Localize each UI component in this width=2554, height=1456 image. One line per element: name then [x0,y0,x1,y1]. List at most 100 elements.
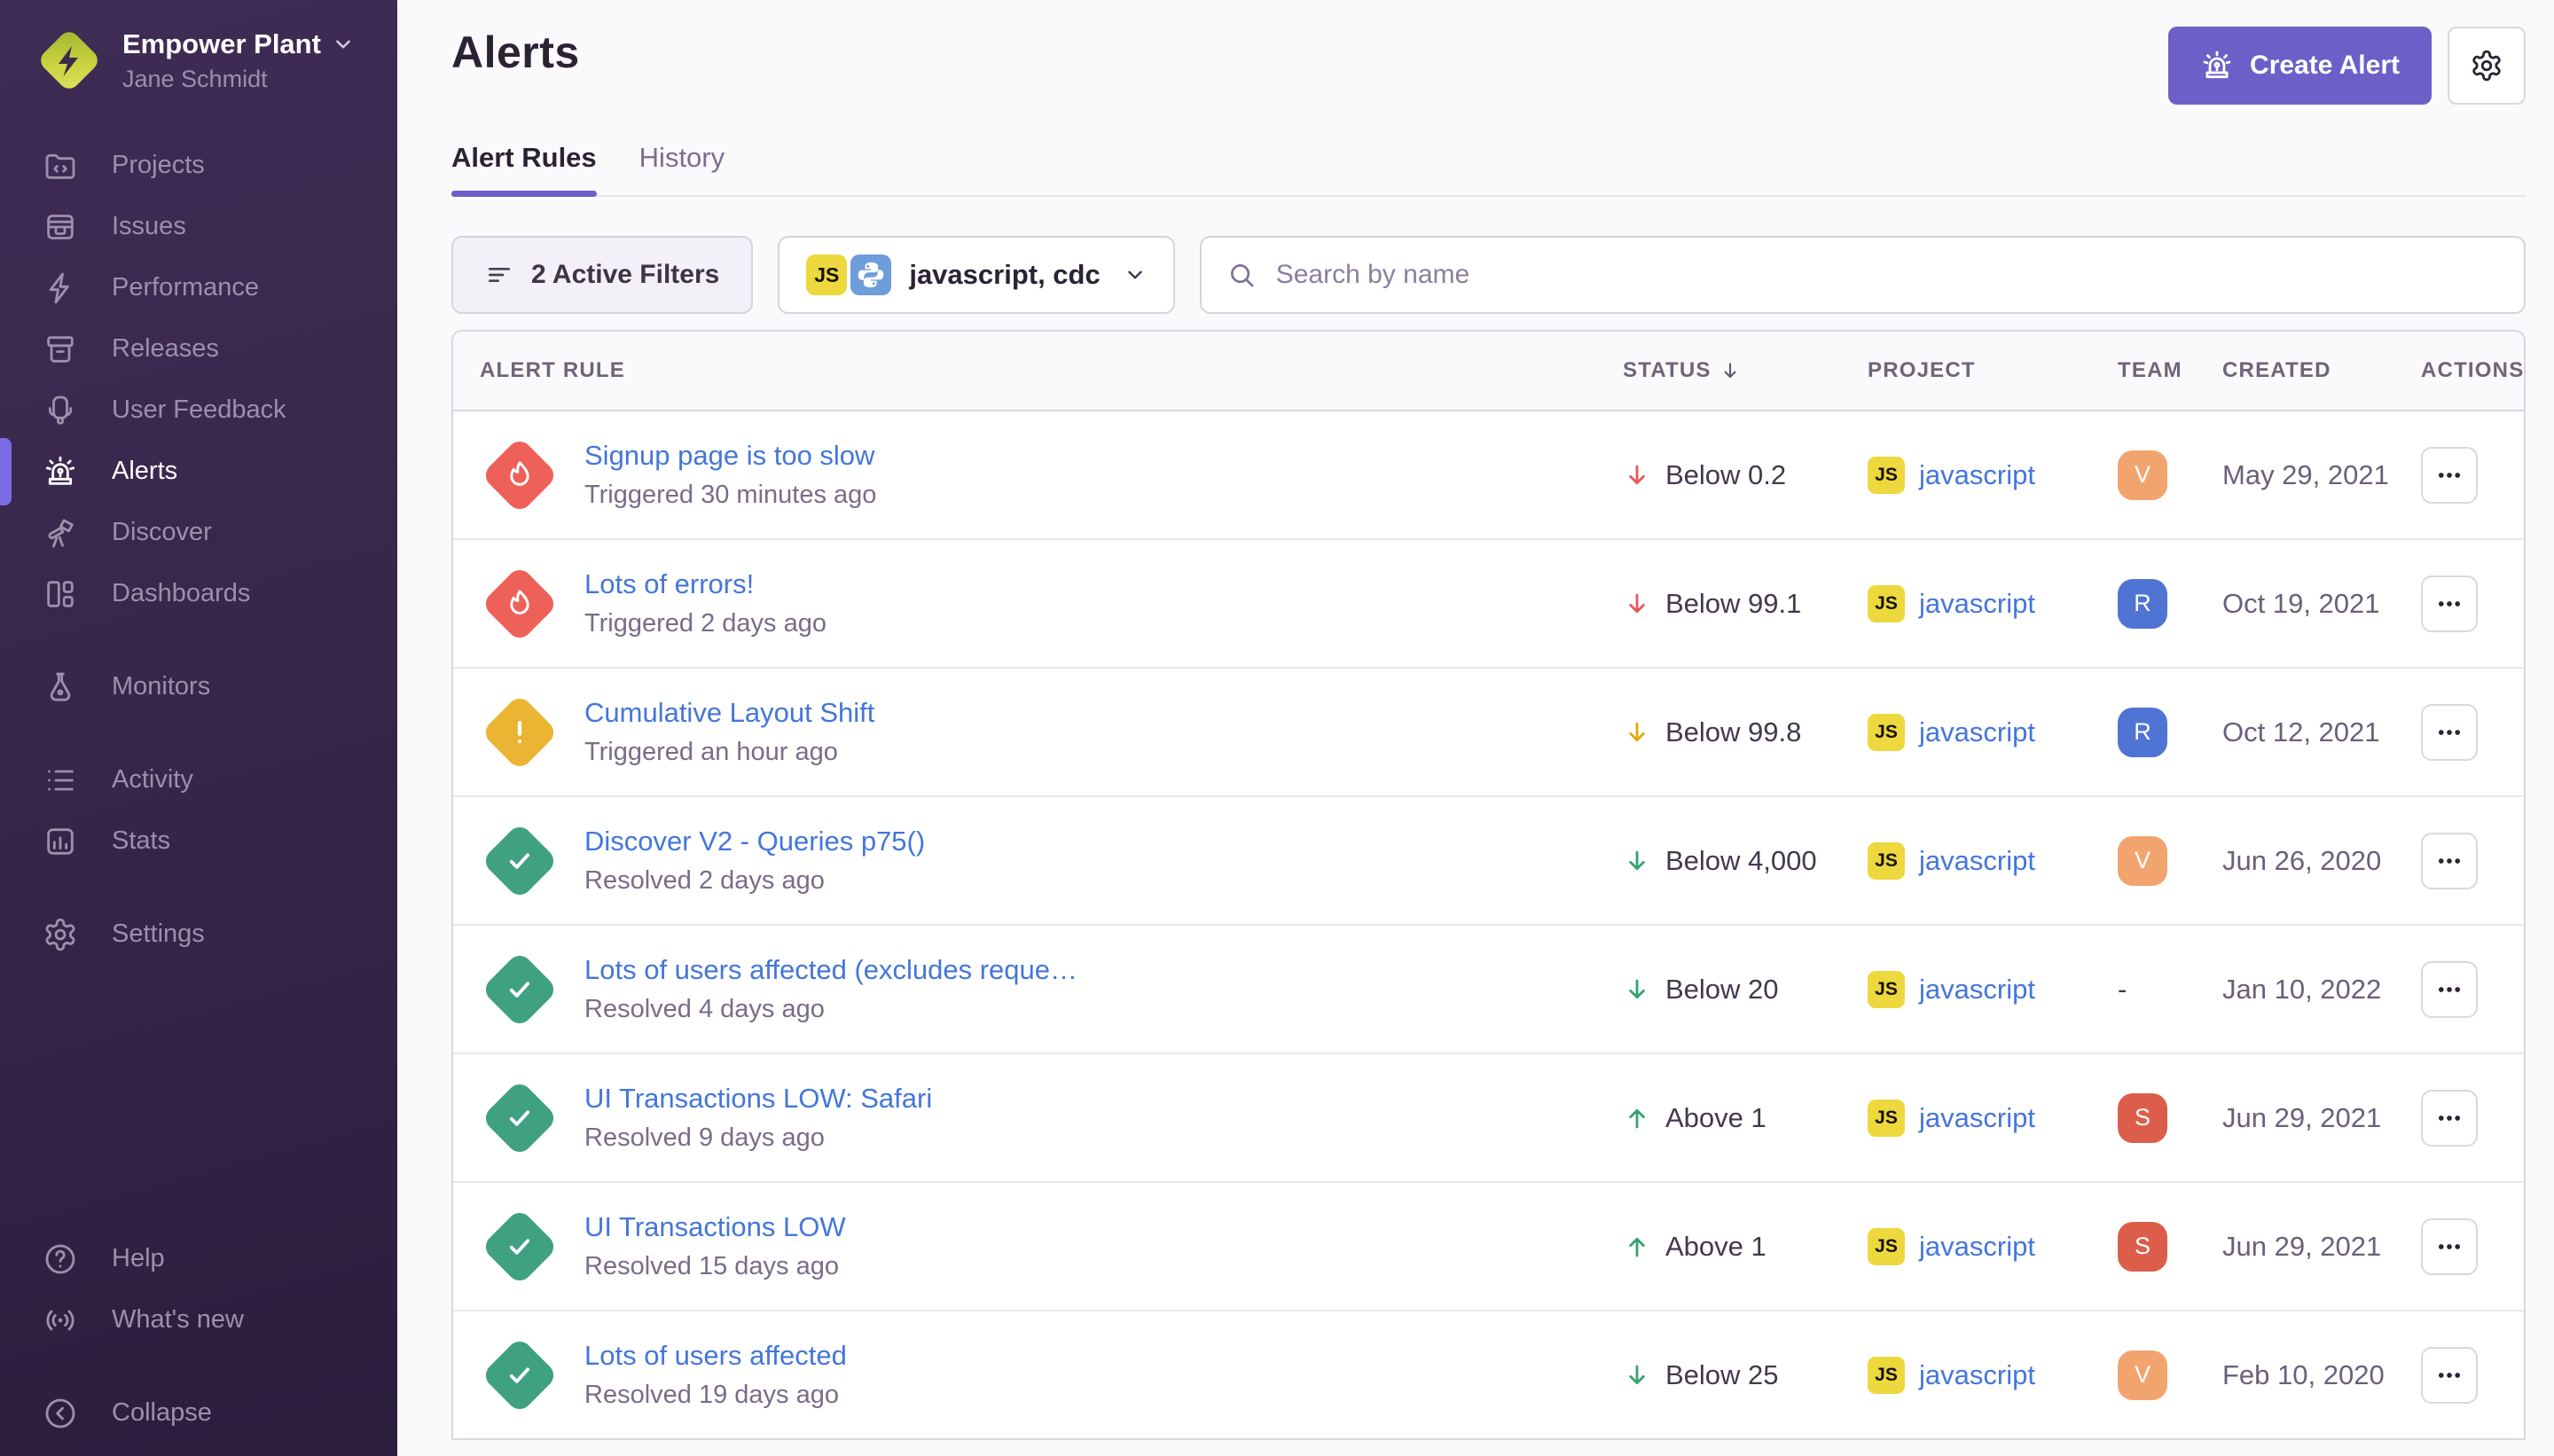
tab-bar: Alert Rules History [451,142,2526,197]
project-cell: JSjavascript [1841,714,2091,751]
created-cell: Jun 29, 2021 [2196,1231,2394,1263]
alert-rule-link[interactable]: UI Transactions LOW: Safari [584,1083,932,1115]
status-cell: Above 1 [1596,1231,1841,1263]
stats-icon [43,824,78,859]
whats-new-icon [43,1303,78,1338]
alert-rule-cell: UI Transactions LOWResolved 15 days ago [453,1211,1596,1281]
projects-icon [43,148,78,184]
row-actions-button[interactable] [2421,447,2478,504]
search-field[interactable] [1200,236,2526,314]
actions-cell [2394,833,2524,889]
row-actions-button[interactable] [2421,704,2478,761]
sidebar-item-label: Issues [112,212,186,241]
alert-rule-note: Resolved 19 days ago [584,1381,847,1410]
sidebar-item-user-feedback[interactable]: User Feedback [0,380,397,441]
column-header-status[interactable]: Status [1596,358,1841,383]
actions-cell [2394,1090,2524,1147]
created-date: Jun 29, 2021 [2222,1102,2381,1134]
sidebar-item-label: Monitors [112,672,210,701]
project-link[interactable]: javascript [1919,845,2035,877]
sidebar-item-collapse[interactable]: Collapse [0,1382,397,1444]
column-header-actions[interactable]: Actions [2394,358,2524,383]
alert-rule-link[interactable]: Lots of users affected (excludes reque… [584,954,1077,986]
alert-rule-link[interactable]: Cumulative Layout Shift [584,697,874,729]
row-actions-button[interactable] [2421,1090,2478,1147]
sidebar-item-performance[interactable]: Performance [0,257,397,318]
row-actions-button[interactable] [2421,1218,2478,1275]
team-empty: - [2118,974,2127,1006]
alert-rule-link[interactable]: Lots of errors! [584,568,827,600]
sidebar-group: Settings [0,904,397,965]
tab-history[interactable]: History [639,142,725,195]
main-content: Alerts Create Alert Alert Rules History 2… [397,0,2554,1456]
project-link[interactable]: javascript [1919,588,2035,620]
column-header-created[interactable]: Created [2196,358,2394,383]
table-row: Signup page is too slowTriggered 30 minu… [453,411,2524,540]
row-actions-button[interactable] [2421,575,2478,632]
dashboards-icon [43,576,78,612]
project-filter-dropdown[interactable]: JS javascript, cdc [778,236,1174,314]
row-actions-button[interactable] [2421,961,2478,1018]
project-link[interactable]: javascript [1919,459,2035,491]
project-link[interactable]: javascript [1919,974,2035,1006]
sidebar-item-releases[interactable]: Releases [0,318,397,380]
actions-cell [2394,1347,2524,1404]
project-link[interactable]: javascript [1919,1102,2035,1134]
monitors-icon [43,669,78,705]
active-filters-button[interactable]: 2 Active Filters [451,236,753,314]
actions-cell [2394,704,2524,761]
chevron-down-icon [332,33,355,56]
sidebar-item-alerts[interactable]: Alerts [0,441,397,502]
sidebar-group: ActivityStats [0,749,397,872]
table-row: Discover V2 - Queries p75()Resolved 2 da… [453,797,2524,926]
page-header: Alerts Create Alert [451,0,2526,105]
tab-alert-rules[interactable]: Alert Rules [451,142,597,195]
settings-button[interactable] [2448,27,2526,105]
discover-icon [43,515,78,551]
trend-down-icon [1623,1361,1651,1389]
created-date: May 29, 2021 [2222,459,2389,491]
search-input[interactable] [1274,259,2499,291]
app-root: Empower Plant Jane Schmidt Projects Issue… [0,0,2554,1456]
row-actions-button[interactable] [2421,1347,2478,1404]
alert-rule-link[interactable]: Signup page is too slow [584,440,876,472]
sidebar-item-discover[interactable]: Discover [0,502,397,563]
sidebar-item-what-s-new[interactable]: What's new [0,1289,397,1350]
sidebar-item-stats[interactable]: Stats [0,810,397,872]
sidebar-item-settings[interactable]: Settings [0,904,397,965]
column-header-project[interactable]: Project [1841,358,2091,383]
team-avatar: R [2118,579,2167,629]
project-cell: JSjavascript [1841,1228,2091,1265]
project-cell: JSjavascript [1841,1100,2091,1137]
alert-rule-cell: Lots of errors!Triggered 2 days ago [453,568,1596,638]
alert-rule-text: Lots of errors!Triggered 2 days ago [584,568,827,638]
sidebar-item-projects[interactable]: Projects [0,135,397,196]
column-header-team[interactable]: Team [2091,358,2196,383]
column-header-alert-rule[interactable]: Alert Rule [453,358,1596,383]
sidebar-item-dashboards[interactable]: Dashboards [0,563,397,624]
sidebar-item-monitors[interactable]: Monitors [0,656,397,717]
user-feedback-icon [43,393,78,428]
alert-rule-link[interactable]: Discover V2 - Queries p75() [584,826,925,857]
create-alert-button[interactable]: Create Alert [2168,27,2432,105]
project-link[interactable]: javascript [1919,1359,2035,1391]
user-name: Jane Schmidt [122,66,355,93]
status-label: Below 0.2 [1665,459,1786,491]
org-switcher[interactable]: Empower Plant Jane Schmidt [0,0,397,94]
chevron-down-icon [1124,263,1147,286]
sidebar-item-help[interactable]: Help [0,1228,397,1289]
fire-status-icon [481,436,559,514]
team-cell: V [2091,450,2196,500]
project-link[interactable]: javascript [1919,1231,2035,1263]
status-cell: Below 0.2 [1596,459,1841,491]
status-label: Below 25 [1665,1359,1779,1391]
sidebar-item-activity[interactable]: Activity [0,749,397,810]
project-link[interactable]: javascript [1919,716,2035,748]
sidebar-group: Projects Issues PerformanceReleasesUser Fe… [0,135,397,624]
alert-rule-link[interactable]: Lots of users affected [584,1340,847,1372]
alert-rule-link[interactable]: UI Transactions LOW [584,1211,846,1243]
sidebar-item-issues[interactable]: Issues [0,196,397,257]
status-label: Below 4,000 [1665,845,1817,877]
row-actions-button[interactable] [2421,833,2478,889]
team-avatar: S [2118,1222,2167,1272]
